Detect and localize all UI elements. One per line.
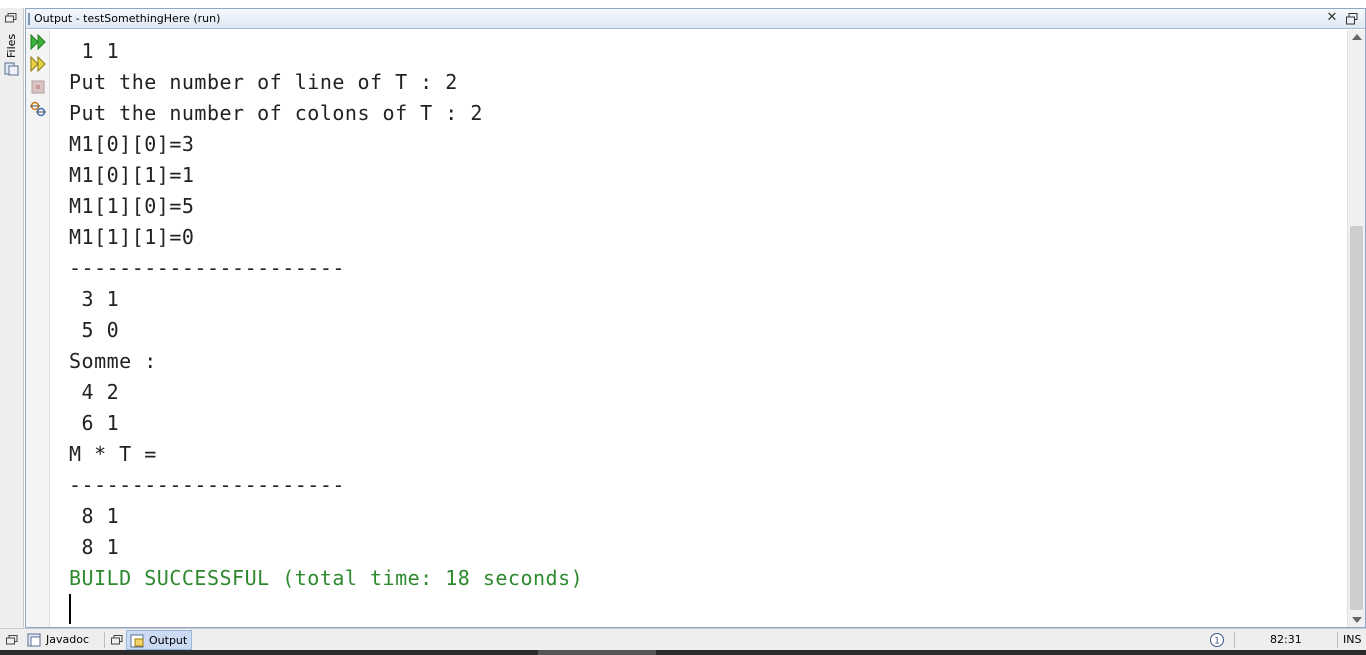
console-lines: 1 1 Put the number of line of T : 2 Put th…	[69, 36, 583, 625]
restore-window-icon[interactable]	[111, 635, 123, 645]
tab-output[interactable]: Output	[126, 630, 193, 650]
output-icon	[130, 634, 144, 648]
separator	[1337, 632, 1338, 648]
console-line: 5 0	[69, 318, 120, 342]
console-line: M1[0][0]=3	[69, 132, 195, 156]
console-line: 8 1	[69, 504, 120, 528]
console-line: M * T =	[69, 442, 157, 466]
console-line: ----------------------	[69, 256, 345, 280]
console-line: Put the number of colons of T : 2	[69, 101, 483, 125]
console-input-line[interactable]	[69, 594, 583, 625]
separator	[104, 632, 105, 648]
drag-handle-icon[interactable]	[28, 13, 32, 25]
scroll-up-arrow-icon[interactable]	[1352, 34, 1362, 40]
output-toolbar	[26, 30, 50, 627]
console-line: Put the number of line of T : 2	[69, 70, 458, 94]
console-line: 6 1	[69, 411, 120, 435]
taskbar-strip	[0, 650, 1366, 655]
console-line: 8 1	[69, 535, 120, 559]
top-strip	[0, 0, 1366, 8]
close-icon[interactable]: ✕	[1325, 11, 1339, 25]
text-caret	[69, 594, 71, 624]
console-output[interactable]: 1 1 Put the number of line of T : 2 Put th…	[51, 30, 1347, 627]
console-line: 1 1	[69, 39, 120, 63]
vertical-scrollbar[interactable]	[1347, 30, 1365, 627]
output-title-bar: Output - testSomethingHere (run) ✕	[26, 9, 1365, 29]
tab-label: Javadoc	[46, 633, 89, 646]
javadoc-icon	[27, 633, 41, 647]
tab-javadoc[interactable]: Javadoc	[24, 630, 93, 650]
restore-window-icon[interactable]	[5, 13, 17, 23]
scroll-down-arrow-icon[interactable]	[1352, 617, 1362, 623]
console-line: M1[0][1]=1	[69, 163, 195, 187]
svg-text:1: 1	[1214, 637, 1220, 647]
left-sidebar: Files	[0, 8, 24, 628]
rerun-icon[interactable]	[29, 33, 47, 51]
console-line: M1[1][0]=5	[69, 194, 195, 218]
console-line: BUILD SUCCESSFUL (total time: 18 seconds…	[69, 566, 584, 590]
taskbar-highlight	[538, 650, 656, 655]
maximize-icon[interactable]	[1345, 12, 1359, 26]
stop-icon[interactable]	[29, 78, 47, 96]
rerun-with-options-icon[interactable]	[29, 55, 47, 73]
scroll-thumb[interactable]	[1350, 226, 1363, 610]
separator	[1234, 632, 1235, 648]
caret-position: 82:31	[1270, 633, 1302, 646]
notifications-icon[interactable]: 1	[1209, 632, 1225, 648]
status-bar: Javadoc Output 1 82:31 INS	[0, 628, 1366, 650]
tab-label: Output	[149, 634, 188, 647]
files-tab[interactable]: Files	[3, 30, 21, 80]
insert-mode[interactable]: INS	[1343, 633, 1361, 646]
output-window: Output - testSomethingHere (run) ✕ 1 1 P…	[25, 8, 1366, 628]
window-title: Output - testSomethingHere (run)	[34, 12, 221, 25]
console-line: 3 1	[69, 287, 120, 311]
files-tab-label: Files	[5, 33, 18, 58]
restore-window-icon[interactable]	[6, 635, 18, 645]
files-icon	[4, 62, 19, 76]
settings-icon[interactable]	[29, 100, 47, 118]
console-line: 4 2	[69, 380, 120, 404]
console-line: Somme :	[69, 349, 157, 373]
console-line: M1[1][1]=0	[69, 225, 195, 249]
console-line: ----------------------	[69, 473, 345, 497]
